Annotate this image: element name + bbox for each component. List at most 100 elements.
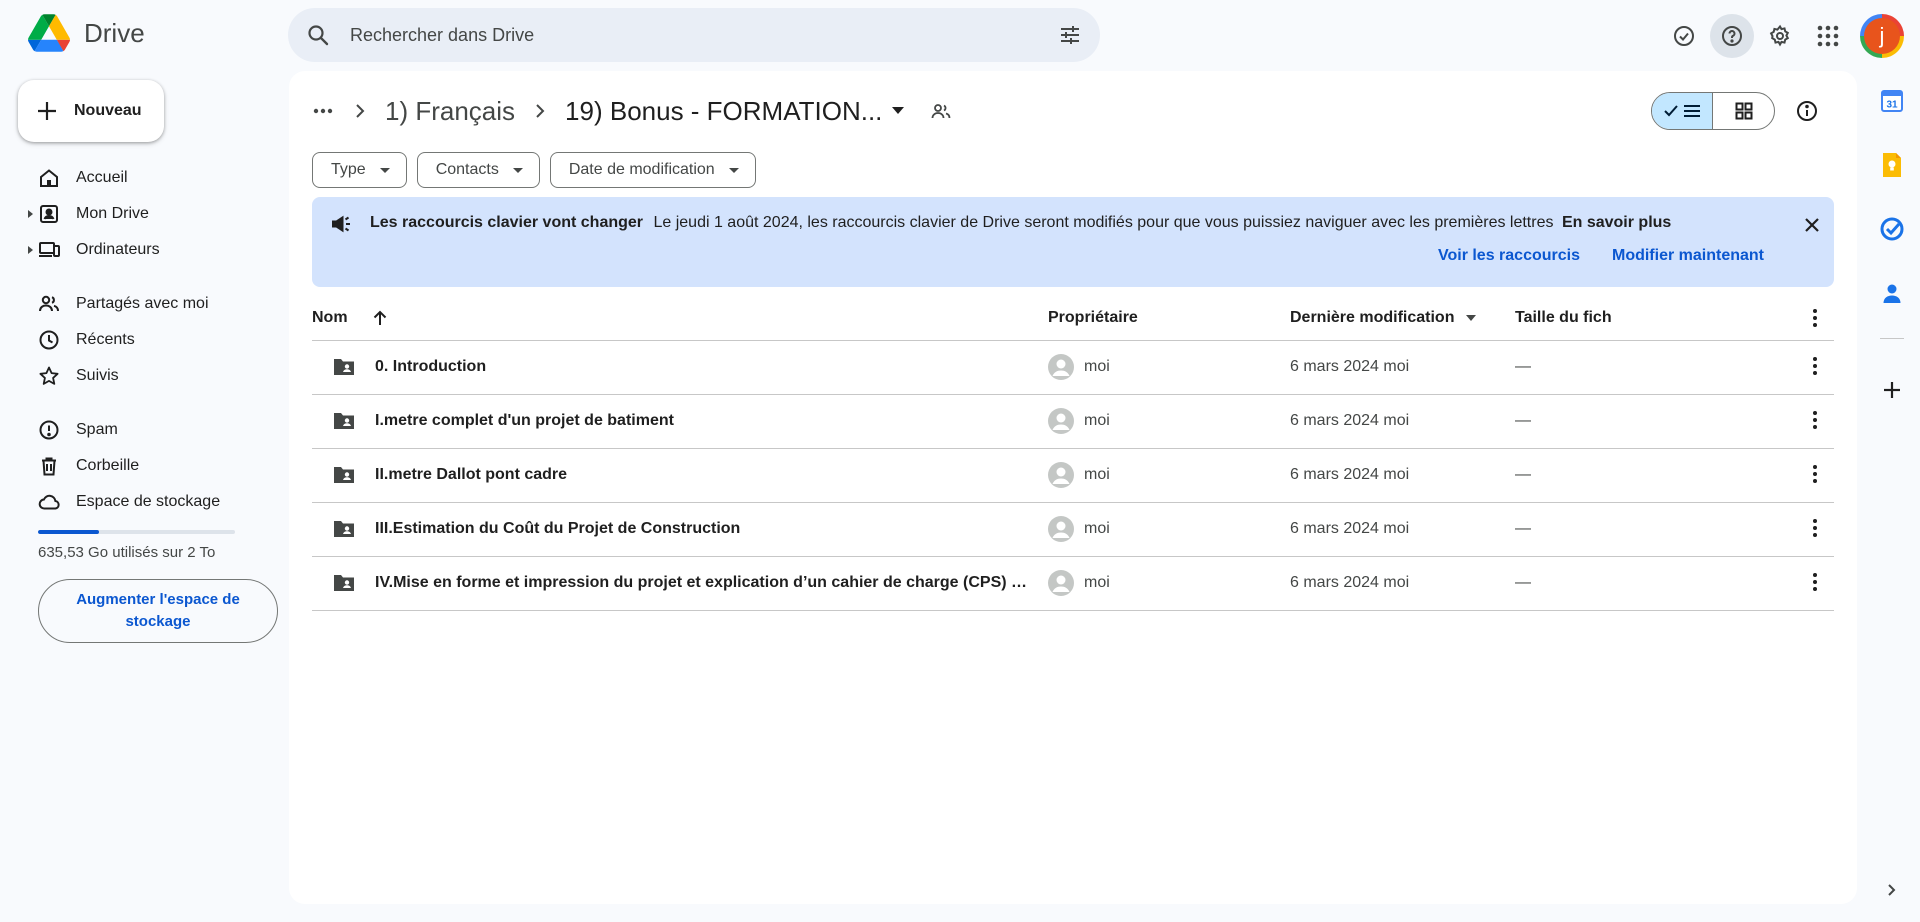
owner-avatar-icon [1048,516,1074,542]
calendar-app-button[interactable]: 31 [1878,87,1906,115]
account-avatar[interactable]: j [1860,14,1904,58]
get-addons-button[interactable] [1878,376,1906,404]
sidebar-item-shared[interactable]: Partagés avec moi [0,286,280,322]
learn-more-link[interactable]: En savoir plus [1562,214,1671,231]
column-label: Nom [312,309,348,326]
grid-view-button[interactable] [1713,93,1774,129]
search-options-icon[interactable] [1058,23,1082,47]
banner-close-button[interactable] [1798,211,1826,239]
shared-folder-icon [332,357,356,377]
dropdown-arrow-icon [512,167,523,173]
cloud-icon [38,491,62,513]
sidebar-item-spam[interactable]: Spam [0,412,280,448]
file-name[interactable]: IV.Mise en forme et impression du projet… [375,574,1035,592]
new-button[interactable]: Nouveau [18,80,164,142]
owner-name: moi [1084,466,1110,483]
drive-logo[interactable]: Drive [28,14,145,52]
upgrade-storage-button[interactable]: Augmenter l'espace de stockage [38,579,278,643]
file-name[interactable]: III.Estimation du Coût du Projet de Cons… [375,520,1035,538]
view-shortcuts-button[interactable]: Voir les raccourcis [1438,247,1580,265]
shared-folder-icon [332,573,356,593]
apps-button[interactable] [1806,14,1850,58]
top-actions: j [1658,14,1920,58]
tasks-app-button[interactable] [1878,215,1906,243]
column-options-button[interactable] [1812,308,1818,328]
row-more-button[interactable] [1812,518,1818,538]
expand-caret-icon[interactable] [28,246,33,254]
computers-icon [38,239,60,261]
owner-cell: moi [1048,570,1110,596]
filter-type[interactable]: Type [312,152,407,188]
row-more-button[interactable] [1812,572,1818,592]
help-button[interactable] [1710,14,1754,58]
breadcrumb: 1) Français 19) Bonus - FORMATION... [305,91,952,131]
file-name[interactable]: II.metre Dallot pont cadre [375,466,1035,484]
file-name[interactable]: 0. Introduction [375,358,1035,376]
sidebar-item-label: Spam [76,421,118,438]
breadcrumb-current[interactable]: 19) Bonus - FORMATION... [559,96,888,127]
top-bar: Drive j [0,0,1920,70]
list-view-button[interactable] [1652,93,1714,129]
sidebar-item-home[interactable]: Accueil [0,160,280,196]
file-name[interactable]: I.metre complet d'un projet de batiment [375,412,1035,430]
contacts-app-button[interactable] [1878,279,1906,307]
filter-modified-date[interactable]: Date de modification [549,152,756,188]
row-more-button[interactable] [1812,410,1818,430]
more-vertical-icon [1813,573,1817,591]
shared-folder-people-icon[interactable] [930,101,952,121]
row-more-button[interactable] [1812,356,1818,376]
breadcrumb-parent[interactable]: 1) Français [379,96,521,127]
row-more-button[interactable] [1812,464,1818,484]
drive-logo-icon [28,14,70,52]
tasks-icon [1880,217,1904,241]
sidebar-item-label: Corbeille [76,457,140,474]
details-button[interactable] [1789,93,1825,129]
storage-usage-fill [38,530,100,534]
app-name: Drive [84,17,145,48]
table-row[interactable]: III.Estimation du Coût du Projet de Cons… [312,503,1834,557]
modify-now-button[interactable]: Modifier maintenant [1612,247,1764,265]
storage-usage-text: 635,53 Go utilisés sur 2 To [38,544,216,561]
sidebar-item-trash[interactable]: Corbeille [0,448,280,484]
banner-title: Les raccourcis clavier vont changer [370,214,644,231]
column-name[interactable]: Nom [312,309,388,327]
side-panel-rail: 31 [1864,70,1920,922]
star-icon [38,365,60,387]
check-icon [1664,105,1678,117]
more-vertical-icon [1813,465,1817,483]
sidebar-item-starred[interactable]: Suivis [0,358,280,394]
sidebar-item-my-drive[interactable]: Mon Drive [0,196,280,232]
apps-grid-icon [1817,25,1839,47]
search-icon[interactable] [306,23,330,47]
sidebar-nav: Accueil Mon Drive Ordinateurs Partagés a… [0,160,280,520]
size-cell: — [1515,520,1531,537]
table-row[interactable]: II.metre Dallot pont cadre moi 6 mars 20… [312,449,1834,503]
search-bar[interactable] [288,8,1100,62]
sort-arrow-up-icon[interactable] [372,310,388,326]
expand-caret-icon[interactable] [28,210,33,218]
table-row[interactable]: IV.Mise en forme et impression du projet… [312,557,1834,611]
table-row[interactable]: 0. Introduction moi 6 mars 2024 moi — [312,341,1834,395]
filter-contacts[interactable]: Contacts [416,152,540,188]
keep-app-button[interactable] [1878,151,1906,179]
offline-ready-button[interactable] [1662,14,1706,58]
more-vertical-icon [1813,411,1817,429]
folder-menu-dropdown-icon[interactable] [892,107,905,115]
settings-button[interactable] [1758,14,1802,58]
shared-icon [38,293,60,315]
chevron-right-icon [355,103,365,119]
shared-folder-icon [332,465,356,485]
sidebar-item-recent[interactable]: Récents [0,322,280,358]
owner-cell: moi [1048,354,1110,380]
table-row[interactable]: I.metre complet d'un projet de batiment … [312,395,1834,449]
sidebar-item-computers[interactable]: Ordinateurs [0,232,280,268]
column-modified[interactable]: Dernière modification [1290,309,1477,327]
show-side-panel-button[interactable] [1878,876,1906,904]
column-label: Taille du fich [1515,309,1612,326]
contacts-icon [1883,284,1901,303]
search-input[interactable] [350,8,1030,62]
column-owner[interactable]: Propriétaire [1048,309,1138,327]
sidebar-item-storage[interactable]: Espace de stockage [0,484,280,520]
breadcrumb-more-button[interactable] [305,93,341,129]
column-size[interactable]: Taille du fich [1515,309,1612,327]
